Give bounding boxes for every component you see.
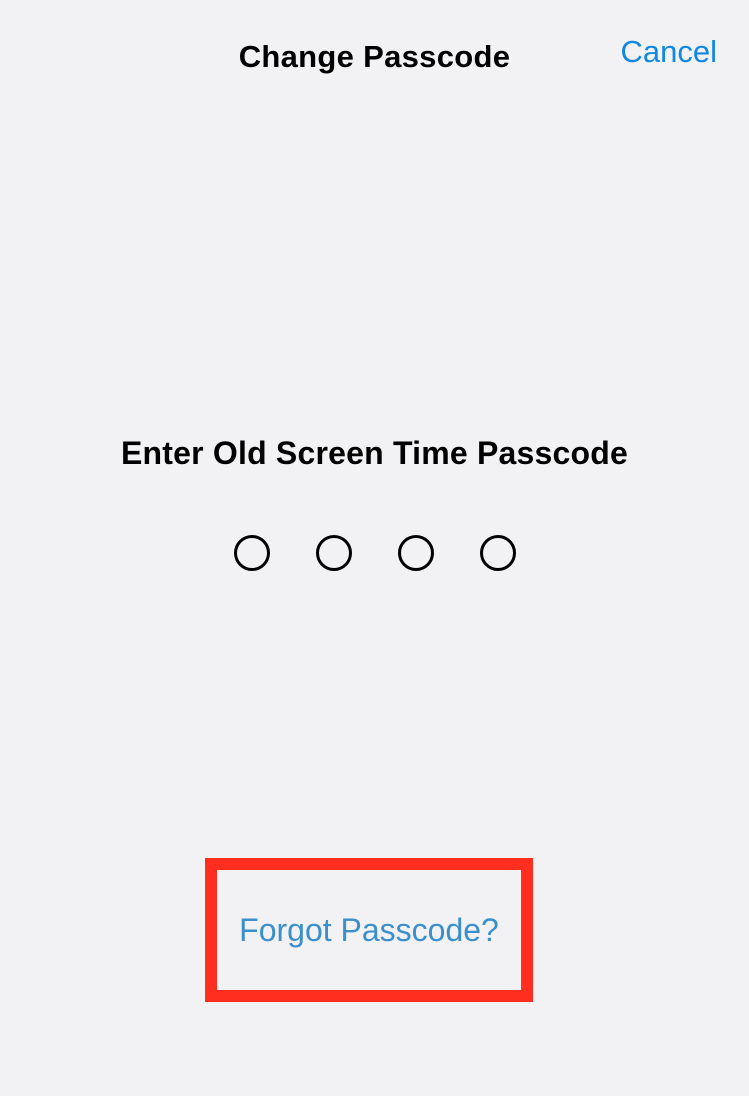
cancel-button[interactable]: Cancel [621, 34, 718, 70]
passcode-dot [316, 535, 352, 571]
passcode-dot [398, 535, 434, 571]
highlight-annotation: Forgot Passcode? [205, 858, 533, 1002]
passcode-input[interactable] [234, 535, 516, 571]
header: Change Passcode Cancel [0, 0, 749, 80]
page-title: Change Passcode [239, 39, 511, 75]
passcode-prompt: Enter Old Screen Time Passcode [121, 435, 628, 472]
content-area: Enter Old Screen Time Passcode [0, 80, 749, 571]
passcode-dot [234, 535, 270, 571]
passcode-dot [480, 535, 516, 571]
forgot-passcode-button[interactable]: Forgot Passcode? [239, 912, 499, 949]
